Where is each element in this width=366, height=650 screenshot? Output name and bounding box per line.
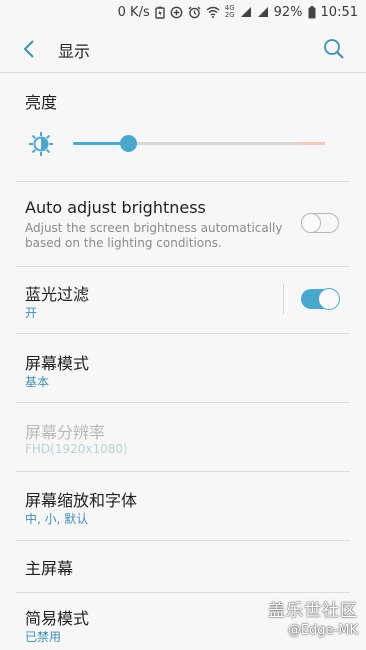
brightness-sun-icon <box>29 132 53 156</box>
data-saver-icon <box>170 6 183 19</box>
battery-level: 92% <box>273 4 303 20</box>
blue-light-filter-title: 蓝光过滤 <box>25 285 90 304</box>
auto-brightness-toggle[interactable] <box>301 213 339 233</box>
auto-brightness-title: Auto adjust brightness <box>25 198 206 217</box>
screen-mode-value: 基本 <box>25 375 50 389</box>
watermark-logo: 盖乐世社区 <box>268 601 358 621</box>
auto-brightness-description: Adjust the screen brightness automatical… <box>25 221 283 250</box>
brightness-slider-thumb[interactable] <box>120 135 138 152</box>
app-bar-divider <box>0 72 366 73</box>
toggle-knob <box>318 288 340 310</box>
clock: 10:51 <box>320 4 358 20</box>
watermark-user: @Edge-MK <box>287 623 358 638</box>
screen-mode-title: 屏幕模式 <box>25 354 90 373</box>
net-speed: 0 K/s <box>117 4 150 20</box>
screen-resolution-item: 屏幕分辨率 FHD(1920x1080) <box>0 403 366 471</box>
alarm-icon <box>188 6 201 19</box>
screen-resolution-title: 屏幕分辨率 <box>25 423 106 442</box>
auto-brightness-item[interactable]: Auto adjust brightness Adjust the screen… <box>0 182 366 266</box>
battery-saver-icon <box>155 6 165 19</box>
brightness-slider[interactable] <box>73 135 325 152</box>
network-type-bottom: 2G <box>224 11 235 19</box>
screen-zoom-font-value: 中, 小, 默认 <box>25 512 89 526</box>
battery-icon <box>308 5 316 19</box>
screen-zoom-font-title: 屏幕缩放和字体 <box>25 491 138 510</box>
home-screen-item[interactable]: 主屏幕 <box>0 541 366 593</box>
brightness-slider-row <box>0 120 366 168</box>
home-screen-title: 主屏幕 <box>25 559 74 578</box>
toggle-knob <box>301 213 321 233</box>
back-button[interactable] <box>18 38 40 60</box>
page-title: 显示 <box>58 42 91 61</box>
app-bar: 显示 <box>0 24 366 74</box>
toggle-separator <box>283 284 284 314</box>
easy-mode-status: 已禁用 <box>25 630 62 644</box>
network-type-indicator: 4G 2G <box>225 5 235 19</box>
search-button[interactable] <box>322 37 346 61</box>
search-icon <box>324 39 344 59</box>
brightness-section-title: 亮度 <box>25 93 58 112</box>
screen-zoom-font-item[interactable]: 屏幕缩放和字体 中, 小, 默认 <box>0 472 366 540</box>
watermark: 盖乐世社区 @Edge-MK <box>268 596 358 638</box>
screen-resolution-value: FHD(1920x1080) <box>25 442 128 456</box>
blue-light-filter-item[interactable]: 蓝光过滤 开 <box>0 267 366 333</box>
signal-2-icon <box>257 6 269 18</box>
brightness-slider-end <box>299 142 325 145</box>
signal-icon <box>240 6 252 18</box>
chevron-left-icon <box>23 40 34 58</box>
status-bar: 0 K/s 4G 2G 92% 10:51 <box>0 0 366 24</box>
screen-mode-item[interactable]: 屏幕模式 基本 <box>0 334 366 402</box>
wifi-icon <box>206 6 220 18</box>
blue-light-filter-toggle[interactable] <box>301 288 340 310</box>
easy-mode-title: 简易模式 <box>25 609 90 628</box>
blue-light-filter-status: 开 <box>25 306 38 320</box>
